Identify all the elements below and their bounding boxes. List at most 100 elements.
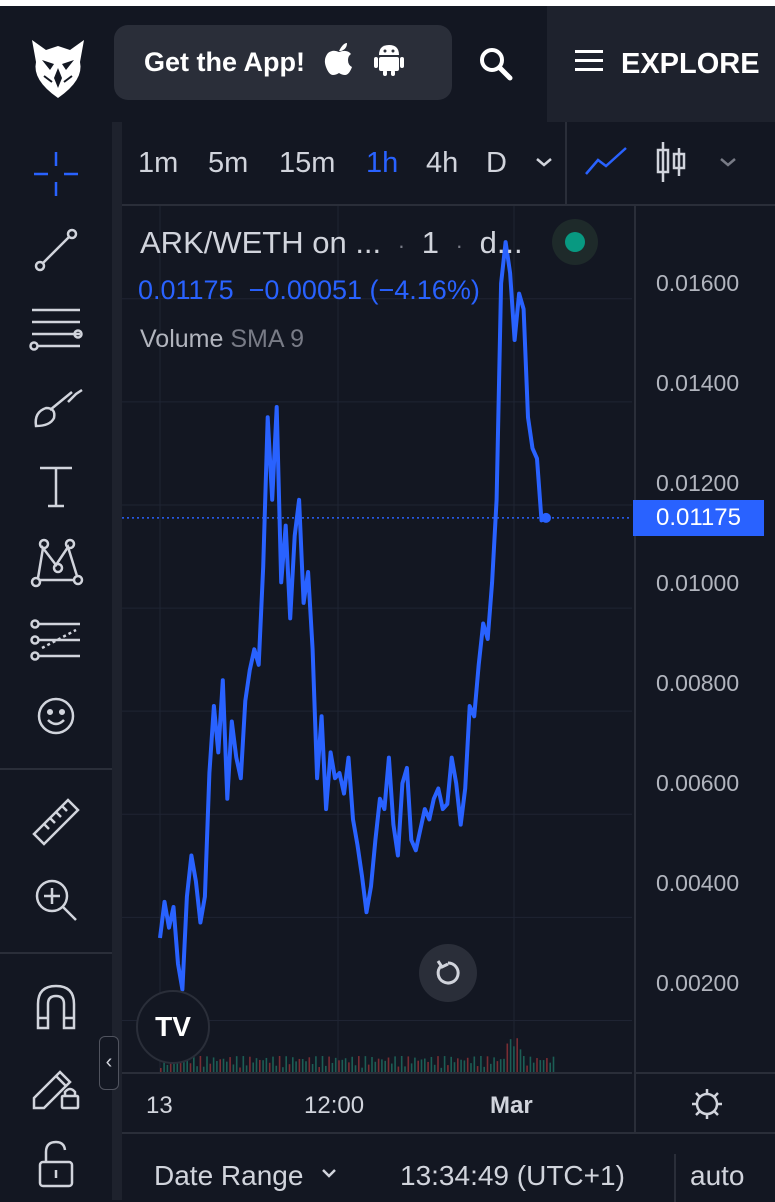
time-axis-label: Mar xyxy=(490,1092,533,1119)
trend-line-icon[interactable] xyxy=(24,218,88,282)
volume-bar xyxy=(546,1058,548,1072)
volume-bar xyxy=(259,1059,261,1072)
interval-1m[interactable]: 1m xyxy=(138,147,178,180)
market-status-indicator[interactable] xyxy=(552,219,598,265)
volume-bar xyxy=(235,1056,238,1072)
symbol-name: ARK/WETH on ... xyxy=(140,225,382,260)
search-icon[interactable] xyxy=(476,44,516,84)
volume-bar xyxy=(447,1065,449,1072)
volume-bar xyxy=(384,1060,386,1072)
candles-chart-type-icon[interactable] xyxy=(654,140,688,189)
price-axis-label: 0.01600 xyxy=(656,270,740,296)
volume-bar xyxy=(321,1056,324,1072)
symbol-legend[interactable]: ARK/WETH on ... · 1 · d... xyxy=(140,225,523,261)
volume-bar xyxy=(344,1058,347,1072)
volume-bar xyxy=(387,1057,390,1072)
volume-bar xyxy=(252,1062,254,1072)
text-tool-icon[interactable] xyxy=(24,454,88,518)
volume-bar xyxy=(490,1063,492,1072)
volume-bar xyxy=(549,1062,551,1072)
collapse-toolbar-button[interactable]: ‹ xyxy=(99,1036,119,1090)
price-axis-label: 0.01000 xyxy=(656,570,740,596)
volume-bar xyxy=(219,1059,221,1072)
reset-chart-button[interactable] xyxy=(419,944,477,1002)
emoji-icon[interactable] xyxy=(24,684,88,748)
auto-scale-button[interactable]: auto xyxy=(690,1160,745,1192)
volume-bar xyxy=(226,1061,228,1072)
tradingview-logo[interactable]: TV xyxy=(136,990,210,1064)
prediction-tool-icon[interactable] xyxy=(24,610,88,674)
chevron-down-icon[interactable] xyxy=(320,1164,338,1187)
apple-icon xyxy=(323,41,355,84)
volume-bar xyxy=(301,1059,304,1072)
brush-icon[interactable] xyxy=(24,376,88,440)
date-range-button[interactable]: Date Range xyxy=(154,1160,303,1192)
get-app-button[interactable]: Get the App! xyxy=(114,25,452,100)
time-axis-label: 12:00 xyxy=(304,1092,365,1119)
volume-bar xyxy=(493,1057,495,1072)
drawing-toolbar xyxy=(0,122,112,1200)
ruler-icon[interactable] xyxy=(24,790,88,854)
interval-5m[interactable]: 5m xyxy=(208,147,248,180)
magnet-icon[interactable] xyxy=(24,974,88,1038)
last-price: 0.01175 xyxy=(138,275,234,305)
interval-bar: 1m 5m 15m 1h 4h D xyxy=(122,122,775,206)
price-axis-label: 0.00400 xyxy=(656,870,740,896)
pattern-tool-icon[interactable] xyxy=(24,530,88,594)
volume-bar xyxy=(315,1056,317,1072)
volume-bar xyxy=(242,1056,245,1072)
bottom-toolbar: Date Range 13:34:49 (UTC+1) auto xyxy=(122,1132,775,1202)
zoom-in-icon[interactable] xyxy=(24,868,88,932)
volume-bar xyxy=(268,1062,271,1072)
volume-bar xyxy=(430,1056,433,1072)
volume-bar xyxy=(453,1062,456,1072)
volume-bar xyxy=(529,1056,532,1072)
volume-legend[interactable]: Volume SMA 9 xyxy=(140,325,304,354)
interval-D[interactable]: D xyxy=(486,147,507,180)
volume-bar xyxy=(523,1056,525,1072)
volume-bar xyxy=(414,1057,416,1072)
volume-bar xyxy=(460,1059,462,1072)
chevron-down-icon[interactable] xyxy=(534,152,554,177)
price-axis-label: 0.00200 xyxy=(656,970,740,996)
volume-bar xyxy=(463,1060,466,1072)
price-axis[interactable]: 0.01600 0.01400 0.01200 0.01000 0.00800 … xyxy=(634,206,775,1072)
sma-label: SMA 9 xyxy=(230,325,304,353)
volume-bar xyxy=(193,1056,195,1072)
volume-bar xyxy=(305,1061,307,1072)
chevron-down-icon[interactable] xyxy=(718,152,738,177)
fib-retracement-icon[interactable] xyxy=(24,296,88,360)
volume-bar xyxy=(542,1060,545,1072)
interval-4h[interactable]: 4h xyxy=(426,147,458,180)
volume-bar xyxy=(364,1056,367,1072)
volume-bar xyxy=(400,1056,403,1072)
unlock-icon[interactable] xyxy=(24,1132,88,1196)
owl-logo-icon[interactable] xyxy=(28,36,88,100)
volume-bar xyxy=(503,1058,505,1072)
line-chart-type-icon[interactable] xyxy=(584,144,628,183)
volume-bar xyxy=(499,1059,502,1072)
volume-bar xyxy=(212,1057,215,1072)
interval-divider xyxy=(565,122,567,204)
top-bar: Get the App! EXPLORE xyxy=(0,0,775,122)
volume-bar xyxy=(377,1058,380,1072)
time-axis[interactable]: 13 12:00 Mar xyxy=(122,1072,632,1134)
price-legend: 0.01175 −0.00051 (−4.16%) xyxy=(138,275,480,306)
clock-timezone[interactable]: 13:34:49 (UTC+1) xyxy=(400,1160,625,1192)
volume-bar xyxy=(348,1062,350,1072)
volume-bar xyxy=(245,1065,248,1072)
volume-bar xyxy=(473,1056,476,1072)
price-axis-label: 0.01200 xyxy=(656,470,740,496)
volume-bar xyxy=(298,1058,301,1072)
volume-bar xyxy=(486,1056,489,1072)
crosshair-icon[interactable] xyxy=(24,142,88,206)
volume-bar xyxy=(513,1046,515,1072)
volume-bar xyxy=(437,1056,439,1072)
interval-1h[interactable]: 1h xyxy=(366,147,398,180)
explore-button[interactable]: EXPLORE xyxy=(547,6,775,122)
chart-settings-button[interactable] xyxy=(634,1072,775,1134)
last-price-dot xyxy=(541,512,551,523)
lock-drawings-icon[interactable] xyxy=(24,1054,88,1118)
bottom-divider xyxy=(674,1154,676,1202)
interval-15m[interactable]: 15m xyxy=(279,147,335,180)
